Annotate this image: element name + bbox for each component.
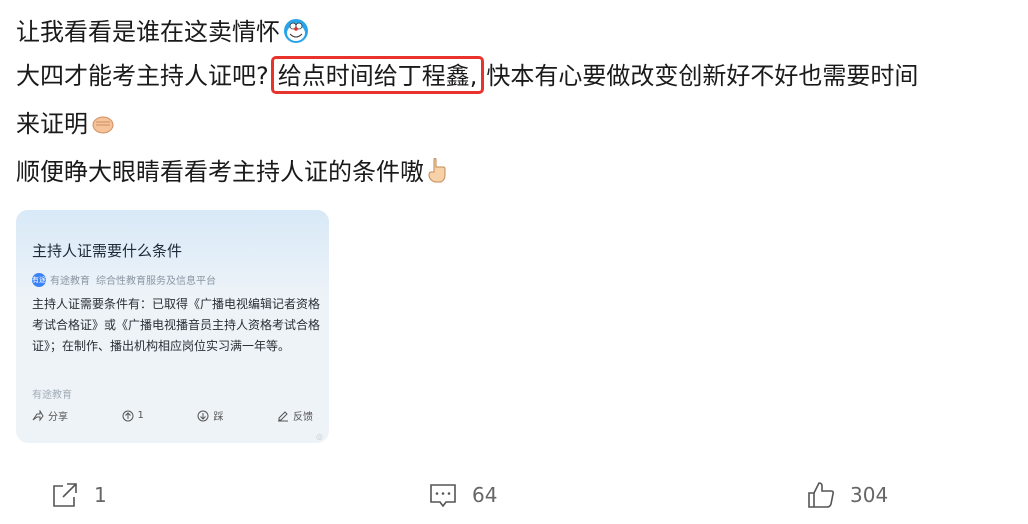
like-action[interactable]: 304	[806, 480, 888, 510]
comment-text: 快本有心要做改变创新好不好也需要时间	[486, 62, 919, 90]
comment-line-3: 来证明	[16, 108, 115, 144]
share-count: 1	[94, 483, 107, 507]
share-icon	[32, 409, 44, 421]
comment-text: 顺便睁大眼睛看看考主持人证的条件嗷	[16, 158, 424, 186]
card-feedback-action: 反馈	[277, 408, 313, 423]
source-logo-icon: 有途	[32, 272, 46, 287]
point-down-emoji-icon	[427, 157, 447, 192]
embedded-screenshot-card[interactable]: 主持人证需要什么条件 有途 有途教育 综合性教育服务及信息平台 主持人证需要条件…	[16, 210, 329, 443]
comment-line-1: 让我看看是谁在这卖情怀	[16, 16, 309, 52]
pencil-icon	[277, 410, 288, 421]
card-actions: 分享 1 踩 反馈	[32, 408, 313, 423]
thumbs-up-icon	[808, 482, 835, 508]
up-arrow-icon	[122, 410, 134, 421]
like-count: 304	[850, 483, 889, 507]
action-label: 反馈	[292, 412, 313, 423]
card-upvote-action: 1	[122, 408, 144, 423]
card-body-text: 主持人证需要条件有：已取得《广播电视编辑记者资格考试合格证》或《广播电视播音员主…	[32, 297, 321, 353]
comment-count: 64	[472, 483, 498, 507]
card-source: 有途 有途教育 综合性教育服务及信息平台	[32, 272, 216, 287]
card-share-action: 分享	[32, 408, 68, 423]
action-label: 分享	[48, 412, 68, 423]
share-action[interactable]: 1	[50, 480, 107, 510]
source-name: 有途教育	[50, 276, 90, 287]
card-title: 主持人证需要什么条件	[32, 242, 183, 260]
doraemon-emoji-icon	[283, 18, 309, 52]
card-downvote-action: 踩	[197, 408, 223, 423]
action-label: 踩	[213, 412, 224, 423]
share-icon	[53, 483, 77, 507]
watermark-icon: ◎	[316, 432, 323, 441]
comment-icon	[430, 484, 456, 508]
comment-action[interactable]: 64	[428, 480, 497, 510]
highlighted-text-box: 给点时间给丁程鑫,	[270, 56, 485, 94]
comment-text: 大四才能考主持人证吧?	[16, 62, 269, 90]
down-arrow-icon	[197, 410, 209, 421]
comment-text: 来证明	[16, 110, 88, 138]
action-label: 1	[137, 410, 144, 421]
comment-text: 让我看看是谁在这卖情怀	[16, 18, 280, 46]
comment-line-4: 顺便睁大眼睛看看考主持人证的条件嗷	[16, 156, 447, 192]
fist-emoji-icon	[91, 112, 115, 144]
card-source-footer: 有途教育	[32, 390, 72, 401]
source-description: 综合性教育服务及信息平台	[96, 276, 216, 287]
comment-line-2: 大四才能考主持人证吧? 给点时间给丁程鑫, 快本有心要做改变创新好不好也需要时间	[16, 56, 919, 94]
